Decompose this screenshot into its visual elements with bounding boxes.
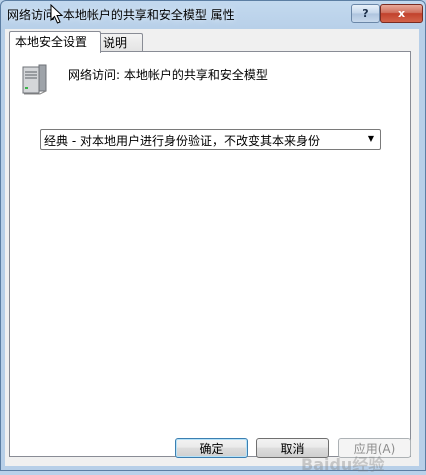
help-icon: ?	[362, 7, 369, 20]
properties-dialog: 网络访问: 本地帐户的共享和安全模型 属性 ? x 本地安全设置 说明 网络访问…	[0, 0, 426, 474]
policy-name: 网络访问: 本地帐户的共享和安全模型	[68, 68, 268, 82]
window-title: 网络访问: 本地帐户的共享和安全模型 属性	[7, 8, 235, 22]
tab-panel: 网络访问: 本地帐户的共享和安全模型 经典 - 对本地用户进行身份验证，不改变其…	[9, 51, 411, 457]
close-button[interactable]: x	[380, 4, 423, 23]
dialog-client: 本地安全设置 说明 网络访问: 本地帐户的共享和安全模型 经典 - 对本地用户进…	[5, 29, 419, 474]
close-icon: x	[397, 7, 406, 20]
dropdown-selected-value: 经典 - 对本地用户进行身份验证，不改变其本来身份	[44, 134, 320, 148]
tab-local-security-setting[interactable]: 本地安全设置	[9, 31, 101, 53]
server-icon	[22, 64, 47, 95]
help-button[interactable]: ?	[351, 4, 380, 23]
watermark: Baidu经验	[301, 455, 385, 474]
security-model-dropdown[interactable]: 经典 - 对本地用户进行身份验证，不改变其本来身份 ▼	[40, 129, 381, 150]
title-bar[interactable]: 网络访问: 本地帐户的共享和安全模型 属性 ? x	[1, 1, 425, 27]
tab-explain[interactable]: 说明	[97, 33, 143, 52]
ok-button[interactable]: 确定	[175, 438, 248, 458]
mouse-cursor-icon	[50, 4, 64, 24]
chevron-down-icon[interactable]: ▼	[365, 132, 377, 146]
